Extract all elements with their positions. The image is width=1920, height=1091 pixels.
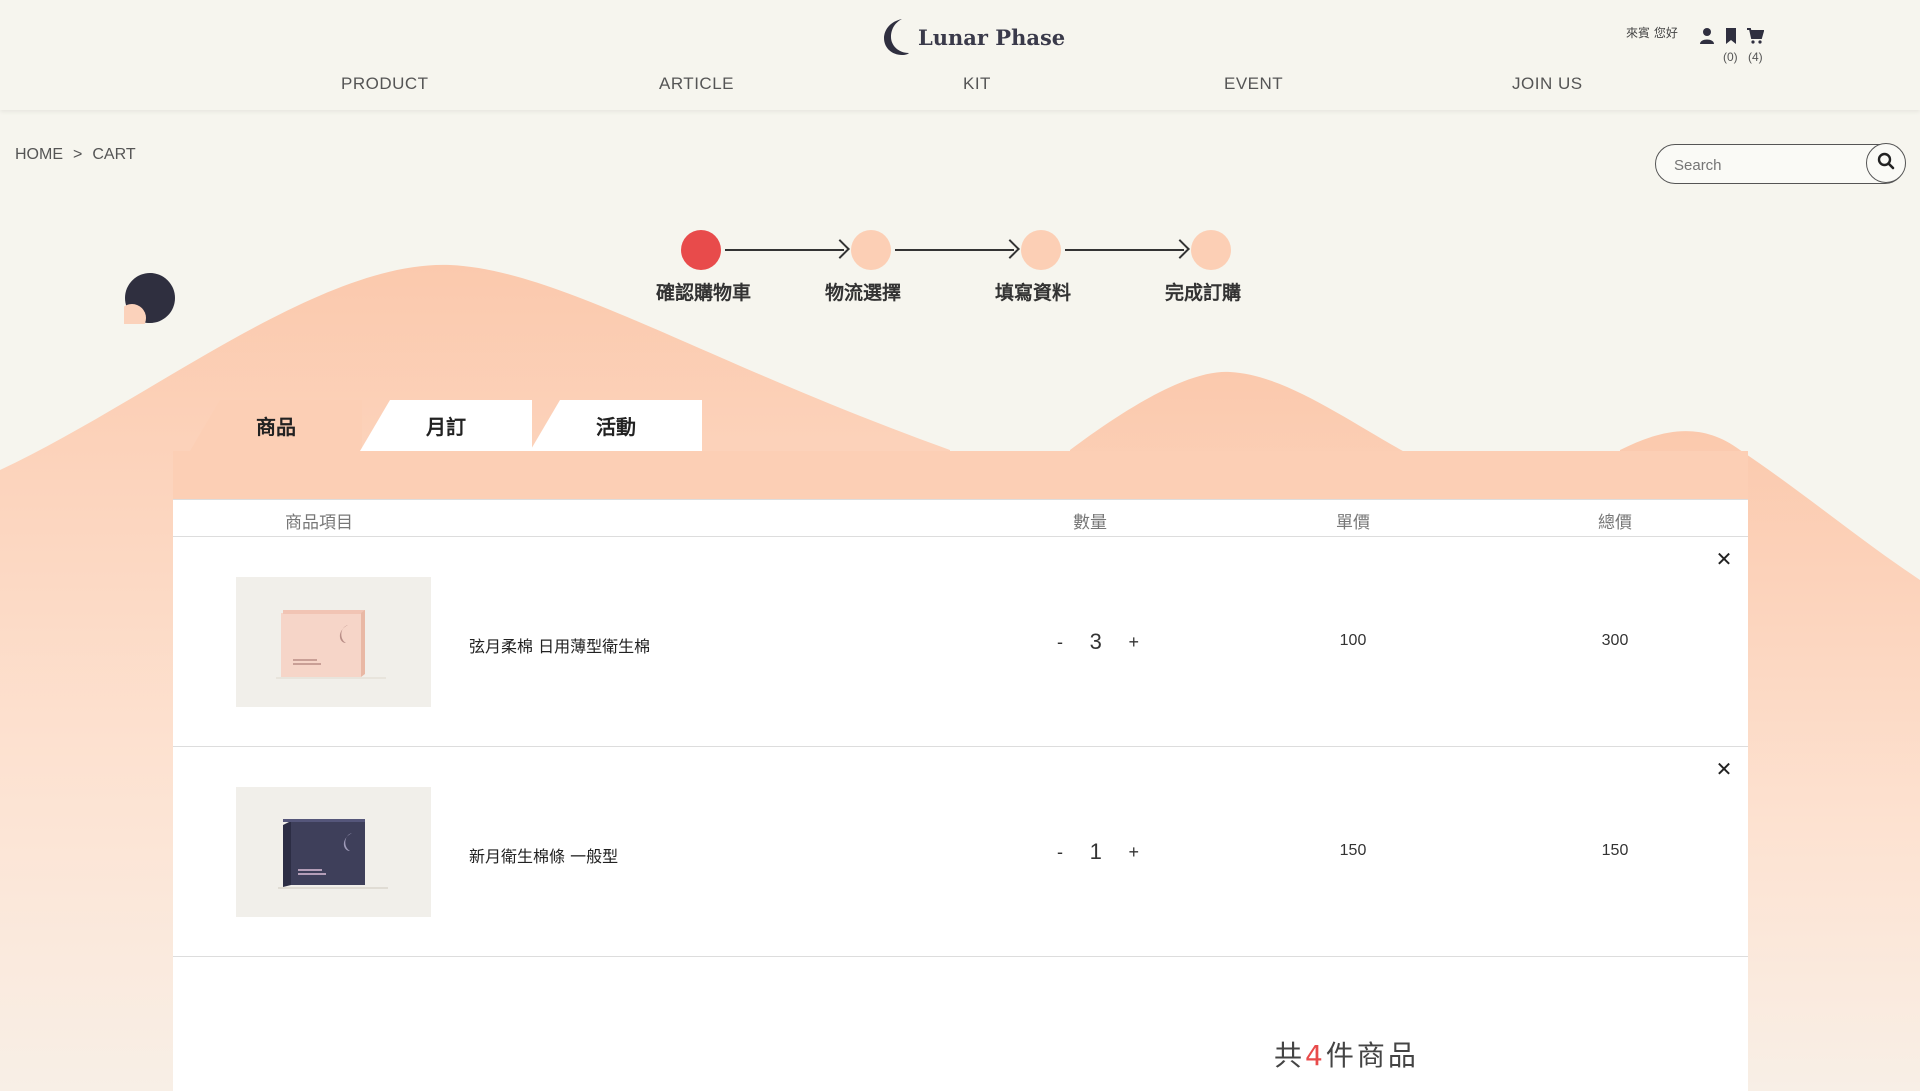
header-unit-price: 單價 (1336, 513, 1370, 533)
search-box (1655, 143, 1906, 184)
tab-events-label: 活動 (596, 415, 636, 439)
step-connector (1065, 249, 1184, 251)
tab-subscription-label: 月訂 (426, 415, 466, 439)
nav-kit[interactable]: KIT (963, 74, 991, 94)
line-total: 150 (1601, 842, 1629, 859)
checkout-steps: 確認購物車 物流選擇 填寫資料 完成訂購 (650, 228, 1250, 308)
table-row: 弦月柔棉 日用薄型衛生棉 - 3 + 100 300 ✕ (173, 537, 1748, 747)
brand-logo[interactable]: Lunar Phase (882, 18, 1065, 56)
qty-plus-button[interactable]: + (1124, 632, 1143, 653)
moon-logo-icon (882, 18, 910, 56)
qty-value: 1 (1089, 839, 1102, 864)
nav-event[interactable]: EVENT (1224, 74, 1283, 94)
quantity-stepper: - 1 + (1053, 837, 1143, 867)
step-connector (895, 249, 1014, 251)
nav-product[interactable]: PRODUCT (341, 74, 429, 94)
cart-count: (4) (1748, 50, 1763, 64)
table-row: 新月衛生棉條 一般型 - 1 + 150 150 ✕ (173, 747, 1748, 957)
quantity-stepper: - 3 + (1053, 627, 1143, 657)
breadcrumb-current: CART (92, 146, 136, 163)
panel-header-bar (173, 451, 1748, 499)
product-name[interactable]: 新月衛生棉條 一般型 (469, 843, 618, 867)
cart-icon[interactable] (1746, 27, 1765, 45)
qty-minus-button[interactable]: - (1053, 842, 1067, 863)
step-dot-info (1021, 230, 1061, 270)
product-name[interactable]: 弦月柔棉 日用薄型衛生棉 (469, 633, 650, 657)
line-total: 300 (1601, 632, 1629, 649)
step-label-info: 填寫資料 (995, 282, 1072, 304)
pad-box-image (276, 610, 386, 679)
item-count-summary: 共4件商品 (1274, 1034, 1419, 1074)
user-icon[interactable] (1698, 27, 1716, 45)
nav-article[interactable]: ARTICLE (659, 74, 734, 94)
main-nav: PRODUCT ARTICLE KIT EVENT JOIN US (0, 74, 1920, 98)
search-input[interactable] (1674, 153, 1854, 177)
tampon-box-image (278, 819, 388, 889)
header-total: 總價 (1598, 513, 1632, 533)
step-dot-complete (1191, 230, 1231, 270)
breadcrumb: HOME > CART (15, 146, 136, 164)
tab-products[interactable]: 商品 (190, 400, 362, 451)
brand-name: Lunar Phase (918, 24, 1066, 50)
breadcrumb-separator: > (73, 146, 83, 163)
step-arrow-icon (1170, 239, 1190, 259)
step-arrow-icon (1000, 239, 1020, 259)
search-button[interactable] (1866, 143, 1906, 183)
bookmark-count: (0) (1723, 50, 1738, 64)
qty-plus-button[interactable]: + (1124, 842, 1143, 863)
remove-item-icon[interactable]: ✕ (1714, 549, 1734, 569)
table-header: 商品項目 數量 單價 總價 (173, 499, 1748, 537)
cart-table: 商品項目 數量 單價 總價 弦月柔棉 日用薄型衛生棉 - 3 + 100 300… (173, 499, 1748, 1091)
bookmark-icon[interactable] (1722, 27, 1740, 45)
breadcrumb-home[interactable]: HOME (15, 146, 63, 164)
step-connector (725, 249, 844, 251)
unit-price: 100 (1339, 632, 1367, 649)
header-item: 商品項目 (285, 513, 353, 533)
search-icon (1877, 152, 1895, 174)
product-image[interactable] (236, 577, 431, 707)
product-image[interactable] (236, 787, 431, 917)
summary-count: 4 (1305, 1039, 1326, 1072)
nav-join-us[interactable]: JOIN US (1512, 74, 1583, 94)
tab-subscription[interactable]: 月訂 (360, 400, 532, 451)
remove-item-icon[interactable]: ✕ (1714, 759, 1734, 779)
step-label-cart: 確認購物車 (656, 282, 752, 304)
cart-panel: 商品項目 數量 單價 總價 弦月柔棉 日用薄型衛生棉 - 3 + 100 300… (173, 451, 1748, 1091)
moon-decoration-icon (118, 272, 176, 332)
unit-price: 150 (1339, 842, 1367, 859)
summary-prefix: 共 (1274, 1039, 1306, 1072)
tab-products-label: 商品 (256, 415, 296, 439)
step-dot-cart (681, 230, 721, 270)
site-header: Lunar Phase PRODUCT ARTICLE KIT EVENT JO… (0, 0, 1920, 110)
step-dot-shipping (851, 230, 891, 270)
summary-suffix: 件商品 (1325, 1039, 1419, 1072)
greeting-text: 來賓 您好 (1626, 26, 1678, 40)
step-arrow-icon (830, 239, 850, 259)
user-area: 來賓 您好 (0) (4) (1626, 22, 1766, 72)
step-label-complete: 完成訂購 (1165, 282, 1242, 304)
qty-minus-button[interactable]: - (1053, 632, 1067, 653)
header-qty: 數量 (1073, 513, 1107, 533)
step-label-shipping: 物流選擇 (825, 282, 902, 304)
qty-value: 3 (1089, 629, 1102, 654)
tab-events[interactable]: 活動 (530, 400, 702, 451)
